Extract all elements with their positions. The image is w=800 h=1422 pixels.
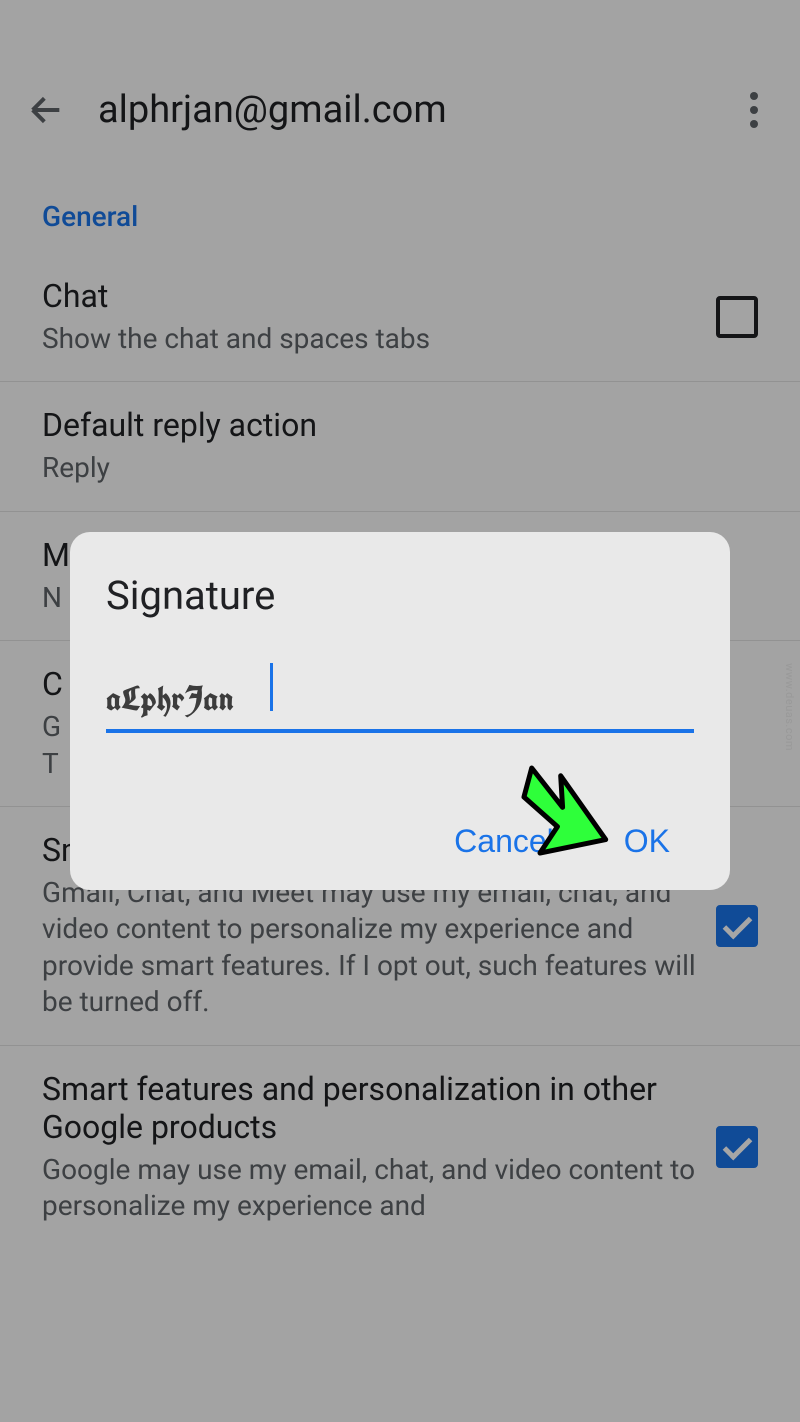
signature-input[interactable] xyxy=(106,669,694,733)
ok-button[interactable]: OK xyxy=(624,823,670,860)
cancel-button[interactable]: Cancel xyxy=(454,823,554,860)
dialog-title: Signature xyxy=(106,572,694,619)
signature-dialog: Signature Cancel OK xyxy=(70,532,730,890)
modal-scrim[interactable]: Signature Cancel OK xyxy=(0,0,800,1422)
watermark: www.deuas.com xyxy=(783,663,796,751)
annotation-arrow-icon xyxy=(500,757,620,881)
text-caret xyxy=(270,663,273,711)
